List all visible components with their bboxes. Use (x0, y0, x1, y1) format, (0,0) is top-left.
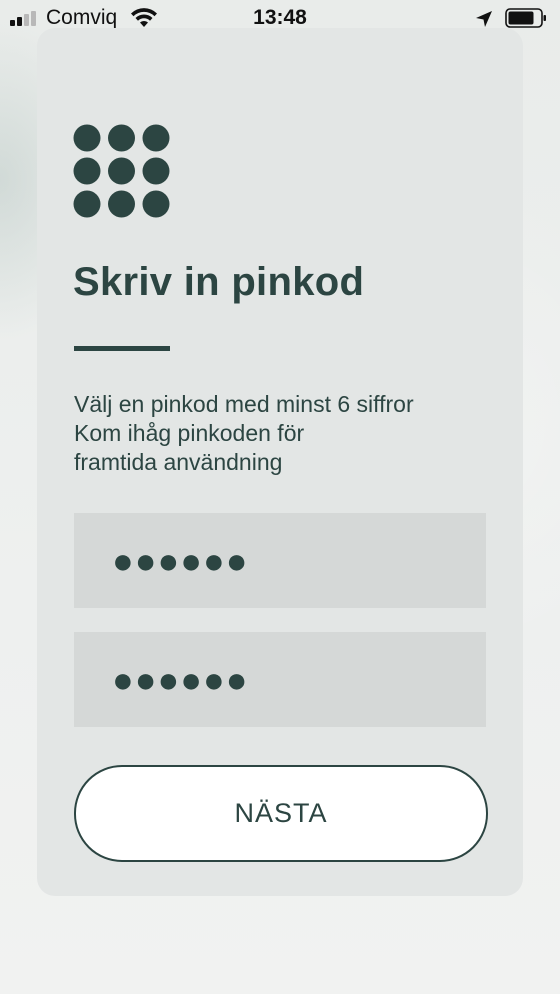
instruction-line: framtida användning (74, 449, 283, 475)
instruction-line: Kom ihåg pinkoden för (74, 420, 305, 446)
confirm-pin-input-value: ●●●●●● (112, 658, 249, 700)
pin-input[interactable]: ●●●●●● (74, 513, 486, 608)
keypad-dots-icon (73, 124, 170, 218)
page-title: Skriv in pinkod (73, 260, 365, 304)
location-arrow-icon (476, 11, 492, 27)
battery-icon (505, 8, 546, 28)
pin-input-value: ●●●●●● (112, 539, 249, 581)
confirm-pin-input[interactable]: ●●●●●● (74, 632, 486, 727)
instructions-text: Välj en pinkod med minst 6 siffror Kom i… (74, 390, 494, 477)
pin-setup-card: Skriv in pinkod Välj en pinkod med minst… (37, 28, 523, 896)
title-divider (74, 346, 170, 351)
instruction-line: Välj en pinkod med minst 6 siffror (74, 391, 414, 417)
next-button[interactable]: NÄSTA (74, 765, 488, 862)
